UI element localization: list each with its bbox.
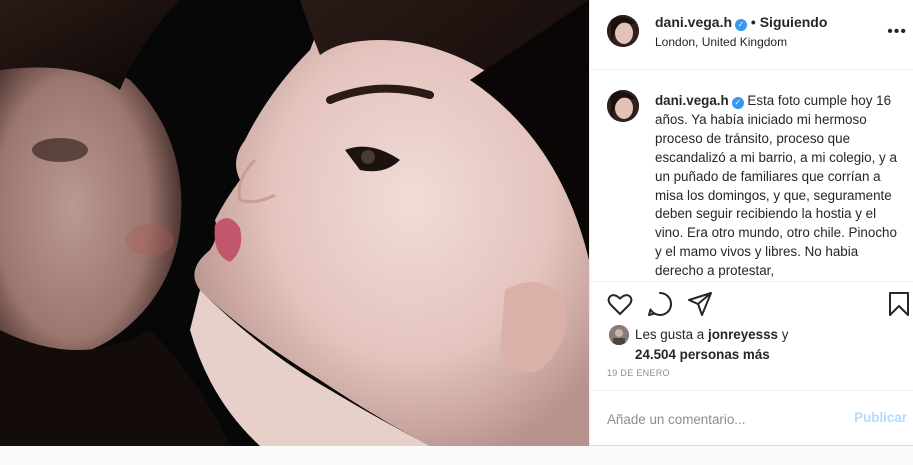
verified-badge-icon: ✓ (735, 19, 748, 31)
author-username[interactable]: dani.vega.h (655, 14, 732, 30)
post-dialog: dani.vega.h ✓ • Siguiendo London, United … (0, 0, 913, 446)
caption-body: Esta foto cumple hoy 16 años. Ya había i… (655, 93, 897, 279)
caption-scroll-area[interactable]: dani.vega.h ✓ Esta foto cumple hoy 16 año… (590, 70, 913, 280)
caption-text-block: dani.vega.h ✓ Esta foto cumple hoy 16 año… (655, 92, 901, 280)
share-icon[interactable] (686, 290, 714, 318)
likes-text: Les gusta a jonreyesss y 24.504 personas… (635, 325, 788, 365)
bookmark-icon[interactable] (885, 290, 913, 318)
more-options-icon[interactable]: ••• (887, 23, 907, 41)
comment-icon[interactable] (646, 290, 674, 318)
likes-count-link[interactable]: 24.504 personas más (635, 347, 770, 362)
author-avatar[interactable] (607, 15, 639, 47)
caption-avatar[interactable] (607, 90, 639, 122)
likes-conjunction: y (781, 327, 789, 342)
header-username-line: dani.vega.h ✓ • Siguiendo (655, 14, 827, 31)
first-liker-link[interactable]: jonreyesss (708, 327, 778, 342)
following-button[interactable]: Siguiendo (760, 14, 828, 30)
comment-input[interactable] (607, 408, 837, 430)
likes-prefix: Les gusta a (635, 327, 705, 342)
verified-badge-icon: ✓ (731, 97, 744, 109)
post-sidebar: dani.vega.h ✓ • Siguiendo London, United … (589, 0, 913, 446)
heart-icon[interactable] (606, 290, 634, 318)
post-photo[interactable] (0, 0, 589, 446)
separator-dot: • (750, 14, 756, 30)
likes-summary: Les gusta a jonreyesss y 24.504 personas… (607, 323, 907, 363)
publish-button[interactable]: Publicar (854, 410, 907, 425)
post-header: dani.vega.h ✓ • Siguiendo London, United … (590, 0, 913, 70)
portrait-image (0, 0, 589, 446)
caption-username[interactable]: dani.vega.h (655, 93, 729, 108)
action-bar (590, 281, 913, 321)
post-location[interactable]: London, United Kingdom (655, 35, 787, 49)
post-date[interactable]: 19 DE ENERO (607, 368, 670, 378)
liker-avatar[interactable] (609, 325, 629, 345)
comment-bar: Publicar (590, 390, 913, 446)
